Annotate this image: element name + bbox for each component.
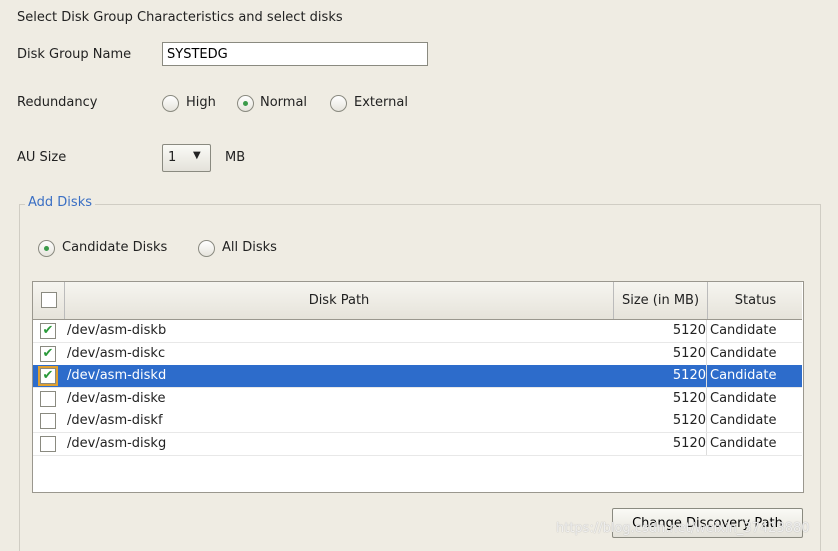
add-disks-legend: Add Disks <box>25 195 95 210</box>
disk-status: Candidate <box>710 435 777 451</box>
redundancy-label: Redundancy <box>17 95 98 110</box>
row-checkbox[interactable]: ✔ <box>38 366 58 386</box>
table-row[interactable]: /dev/asm-diske 5120 Candidate <box>33 387 802 411</box>
disk-path: /dev/asm-diske <box>67 390 166 406</box>
au-size-unit: MB <box>225 150 246 165</box>
redundancy-external-label[interactable]: External <box>354 95 408 110</box>
chevron-down-icon: ▼ <box>193 150 201 161</box>
candidate-disks-radio[interactable] <box>38 240 55 257</box>
disk-size: 5120 <box>613 320 707 342</box>
disk-status: Candidate <box>710 323 777 338</box>
all-disks-radio[interactable] <box>198 240 215 257</box>
disk-size: 5120 <box>613 410 707 432</box>
disk-size: 5120 <box>613 432 707 455</box>
redundancy-normal-label[interactable]: Normal <box>260 95 307 110</box>
redundancy-high-label[interactable]: High <box>186 95 216 110</box>
table-row[interactable]: ✔ /dev/asm-diskd 5120 Candidate <box>33 365 802 388</box>
row-checkbox[interactable]: ✔ <box>40 323 56 339</box>
candidate-disks-label[interactable]: Candidate Disks <box>62 240 167 255</box>
table-row[interactable]: /dev/asm-diskg 5120 Candidate <box>33 432 802 456</box>
redundancy-external-radio[interactable] <box>330 95 347 112</box>
disk-path: /dev/asm-diskc <box>67 345 166 361</box>
header-disk-path[interactable]: Disk Path <box>64 282 613 319</box>
disk-status: Candidate <box>710 413 777 428</box>
table-row[interactable]: /dev/asm-diskf 5120 Candidate <box>33 410 802 433</box>
disk-size: 5120 <box>613 342 707 365</box>
disk-path: /dev/asm-diskg <box>67 435 167 451</box>
header-size[interactable]: Size (in MB) <box>613 282 707 319</box>
au-size-label: AU Size <box>17 150 67 165</box>
row-checkbox[interactable] <box>40 435 56 452</box>
page-heading: Select Disk Group Characteristics and se… <box>17 10 343 25</box>
disk-path: /dev/asm-diskb <box>67 323 167 338</box>
header-status[interactable]: Status <box>707 282 803 319</box>
disk-group-name-input[interactable] <box>162 42 428 66</box>
row-checkbox[interactable]: ✔ <box>40 345 56 362</box>
disk-status: Candidate <box>710 390 777 406</box>
redundancy-high-radio[interactable] <box>162 95 179 112</box>
disk-status: Candidate <box>710 368 777 383</box>
au-size-value: 1 <box>168 150 177 165</box>
disk-path: /dev/asm-diskd <box>67 368 167 383</box>
table-row[interactable]: ✔ /dev/asm-diskc 5120 Candidate <box>33 342 802 366</box>
disk-size: 5120 <box>613 365 707 387</box>
row-checkbox[interactable] <box>40 413 56 429</box>
select-all-checkbox[interactable] <box>41 292 57 308</box>
disk-size: 5120 <box>613 387 707 410</box>
watermark: https://blog.csdn.net/weixin_37423880 <box>556 521 810 536</box>
au-size-select[interactable]: 1 ▼ <box>162 144 211 172</box>
table-row[interactable]: ✔ /dev/asm-diskb 5120 Candidate <box>33 320 802 343</box>
table-header: Disk Path Size (in MB) Status <box>33 282 802 320</box>
disk-status: Candidate <box>710 345 777 361</box>
redundancy-normal-radio[interactable] <box>237 95 254 112</box>
disk-group-name-label: Disk Group Name <box>17 47 132 62</box>
row-checkbox[interactable] <box>40 390 56 407</box>
disk-path: /dev/asm-diskf <box>67 413 163 428</box>
all-disks-label[interactable]: All Disks <box>222 240 277 255</box>
